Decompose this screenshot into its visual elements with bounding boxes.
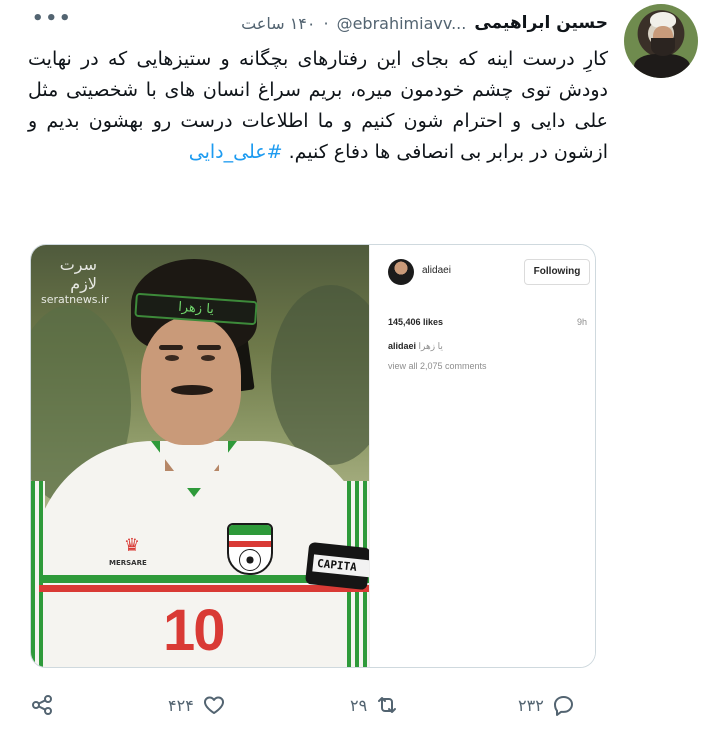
share-action[interactable] bbox=[30, 688, 54, 722]
tweet-body: کارِ درست اینه که بجای این رفتارهای بچگا… bbox=[28, 48, 608, 163]
captain-text: CAPITA bbox=[312, 554, 369, 578]
tweet-header: حسین ابراهیمی @ebrahimiavv... · ۱۴۰ ساعت bbox=[241, 10, 608, 36]
captain-armband: CAPITA bbox=[304, 541, 369, 591]
jersey-brand: MERSARE bbox=[109, 559, 147, 567]
ig-avatar[interactable] bbox=[388, 259, 414, 285]
separator-dot: · bbox=[323, 13, 329, 33]
share-icon[interactable] bbox=[30, 693, 54, 717]
heart-icon[interactable] bbox=[202, 693, 226, 717]
team-crest-icon bbox=[227, 523, 273, 575]
handle[interactable]: @ebrahimiavv... bbox=[337, 14, 467, 33]
ig-username[interactable]: alidaei bbox=[422, 265, 451, 276]
retweet-count: ۲۹ bbox=[350, 695, 368, 715]
tweet: حسین ابراهیمی @ebrahimiavv... · ۱۴۰ ساعت… bbox=[0, 0, 720, 750]
following-button[interactable]: Following bbox=[524, 259, 590, 285]
brand-logo-icon: ♛ bbox=[123, 535, 141, 556]
reply-icon[interactable] bbox=[552, 693, 576, 717]
timestamp[interactable]: ۱۴۰ ساعت bbox=[241, 14, 315, 33]
watermark: سرت لازم seratnews.ir bbox=[41, 255, 109, 306]
jersey-number: 10 bbox=[163, 598, 225, 663]
ig-likes[interactable]: 145,406 likes bbox=[388, 317, 443, 327]
ig-comments-link[interactable]: view all 2,075 comments bbox=[388, 361, 487, 371]
tweet-text: کارِ درست اینه که بجای این رفتارهای بچگا… bbox=[28, 44, 608, 168]
display-name[interactable]: حسین ابراهیمی bbox=[474, 13, 608, 33]
retweet-action[interactable]: ۲۹ bbox=[350, 688, 399, 722]
avatar[interactable] bbox=[624, 4, 698, 78]
like-action[interactable]: ۴۲۴ bbox=[168, 688, 226, 722]
reply-action[interactable]: ۲۳۲ bbox=[518, 688, 576, 722]
watermark-mark: سرت لازم bbox=[59, 255, 97, 293]
ig-caption: alidaei یا زهرا bbox=[388, 341, 443, 352]
media-card[interactable]: سرت لازم seratnews.ir یا زهرا ♛ MERSARE bbox=[30, 244, 596, 668]
instagram-panel: alidaei Following 145,406 likes 9h alida… bbox=[369, 245, 595, 667]
ig-time: 9h bbox=[576, 317, 587, 327]
player-photo[interactable]: سرت لازم seratnews.ir یا زهرا ♛ MERSARE bbox=[31, 245, 369, 667]
reply-count: ۲۳۲ bbox=[518, 695, 544, 715]
hashtag-link[interactable]: #علی_دایی bbox=[189, 141, 283, 163]
player-face bbox=[141, 317, 241, 445]
retweet-icon[interactable] bbox=[375, 693, 399, 717]
ig-caption-user[interactable]: alidaei bbox=[388, 341, 416, 351]
like-count: ۴۲۴ bbox=[168, 695, 194, 715]
more-horizontal-icon[interactable]: ••• bbox=[32, 8, 73, 29]
watermark-site: seratnews.ir bbox=[41, 293, 109, 306]
ig-caption-text: یا زهرا bbox=[418, 341, 443, 351]
